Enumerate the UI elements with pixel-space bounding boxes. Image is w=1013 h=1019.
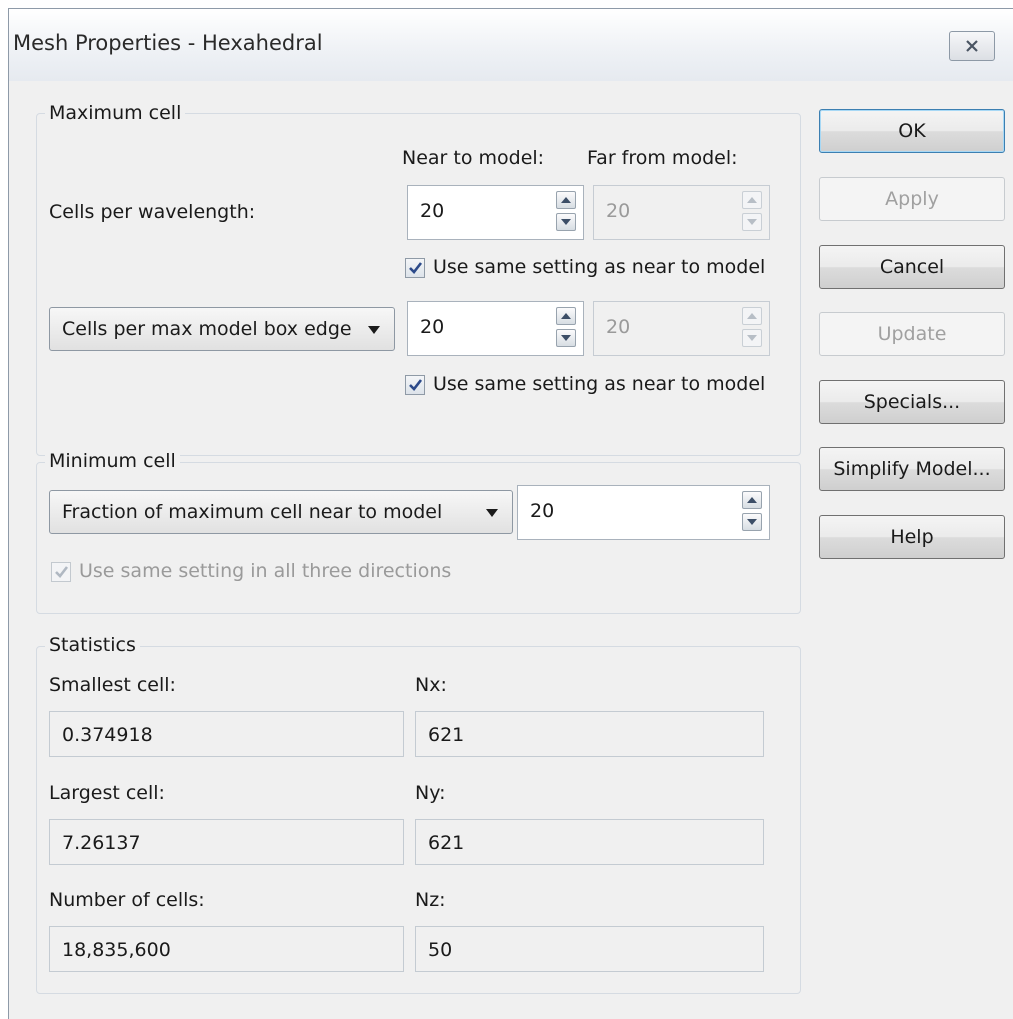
box-edge-near-spinner[interactable]: 20 [407, 301, 584, 356]
checkmark-icon [54, 566, 68, 578]
box-edge-same-setting-label: Use same setting as near to model [433, 373, 766, 395]
nz-field: 50 [415, 926, 764, 972]
chevron-down-icon [486, 509, 498, 517]
apply-button[interactable]: Apply [819, 177, 1005, 221]
smallest-cell-value: 0.374918 [62, 724, 153, 746]
all-directions-label: Use same setting in all three directions [79, 560, 452, 582]
nx-value: 621 [428, 724, 465, 746]
window-title: Mesh Properties - Hexahedral [13, 31, 323, 55]
ok-button[interactable]: OK [819, 109, 1005, 153]
wavelength-far-value: 20 [606, 200, 631, 222]
help-button[interactable]: Help [819, 515, 1005, 559]
cancel-button[interactable]: Cancel [819, 245, 1005, 289]
nz-label: Nz: [415, 889, 446, 911]
min-cell-value: 20 [530, 500, 555, 522]
wavelength-same-setting-label: Use same setting as near to model [433, 256, 766, 278]
cells-per-wavelength-label: Cells per wavelength: [49, 201, 256, 223]
spin-up-icon[interactable] [742, 491, 762, 509]
smallest-cell-field: 0.374918 [49, 711, 404, 757]
close-button[interactable] [949, 31, 995, 61]
chevron-down-icon [368, 326, 380, 334]
nx-field: 621 [415, 711, 764, 757]
spin-down-icon[interactable] [556, 329, 576, 347]
ny-label: Ny: [415, 782, 446, 804]
number-of-cells-value: 18,835,600 [62, 939, 171, 961]
wavelength-far-spinner[interactable]: 20 [593, 185, 770, 240]
box-edge-near-value: 20 [420, 316, 445, 338]
near-to-model-header: Near to model: [402, 147, 545, 169]
specials-button[interactable]: Specials... [819, 380, 1005, 424]
ny-field: 621 [415, 819, 764, 865]
far-from-model-header: Far from model: [587, 147, 738, 169]
nz-value: 50 [428, 939, 453, 961]
simplify-model-button[interactable]: Simplify Model... [819, 447, 1005, 491]
min-cell-method-selected: Fraction of maximum cell near to model [62, 501, 443, 523]
box-edge-far-spinner[interactable]: 20 [593, 301, 770, 356]
spin-up-icon[interactable] [742, 307, 762, 325]
max-cell-method-dropdown[interactable]: Cells per max model box edge [49, 307, 395, 351]
spin-up-icon[interactable] [556, 191, 576, 209]
nx-label: Nx: [415, 674, 447, 696]
spin-down-icon[interactable] [742, 329, 762, 347]
spin-down-icon[interactable] [742, 513, 762, 531]
min-cell-spinner[interactable]: 20 [517, 485, 770, 540]
spin-up-icon[interactable] [556, 307, 576, 325]
largest-cell-value: 7.26137 [62, 832, 141, 854]
maximum-cell-label: Maximum cell [45, 102, 186, 124]
number-of-cells-field: 18,835,600 [49, 926, 404, 972]
spin-down-icon[interactable] [742, 213, 762, 231]
wavelength-near-spinner[interactable]: 20 [407, 185, 584, 240]
checkmark-icon [408, 262, 422, 274]
smallest-cell-label: Smallest cell: [49, 674, 176, 696]
largest-cell-label: Largest cell: [49, 782, 165, 804]
close-icon [966, 40, 978, 52]
wavelength-near-value: 20 [420, 200, 445, 222]
minimum-cell-label: Minimum cell [45, 450, 180, 472]
title-bar[interactable]: Mesh Properties - Hexahedral [9, 9, 1013, 81]
spin-up-icon[interactable] [742, 191, 762, 209]
mesh-properties-dialog: Mesh Properties - Hexahedral Maximum cel… [8, 8, 1013, 1019]
update-button[interactable]: Update [819, 312, 1005, 356]
box-edge-far-value: 20 [606, 316, 631, 338]
statistics-label: Statistics [45, 634, 140, 656]
number-of-cells-label: Number of cells: [49, 889, 205, 911]
checkmark-icon [408, 379, 422, 391]
spin-down-icon[interactable] [556, 213, 576, 231]
largest-cell-field: 7.26137 [49, 819, 404, 865]
min-cell-method-dropdown[interactable]: Fraction of maximum cell near to model [49, 490, 513, 534]
max-cell-method-selected: Cells per max model box edge [62, 318, 352, 340]
ny-value: 621 [428, 832, 465, 854]
